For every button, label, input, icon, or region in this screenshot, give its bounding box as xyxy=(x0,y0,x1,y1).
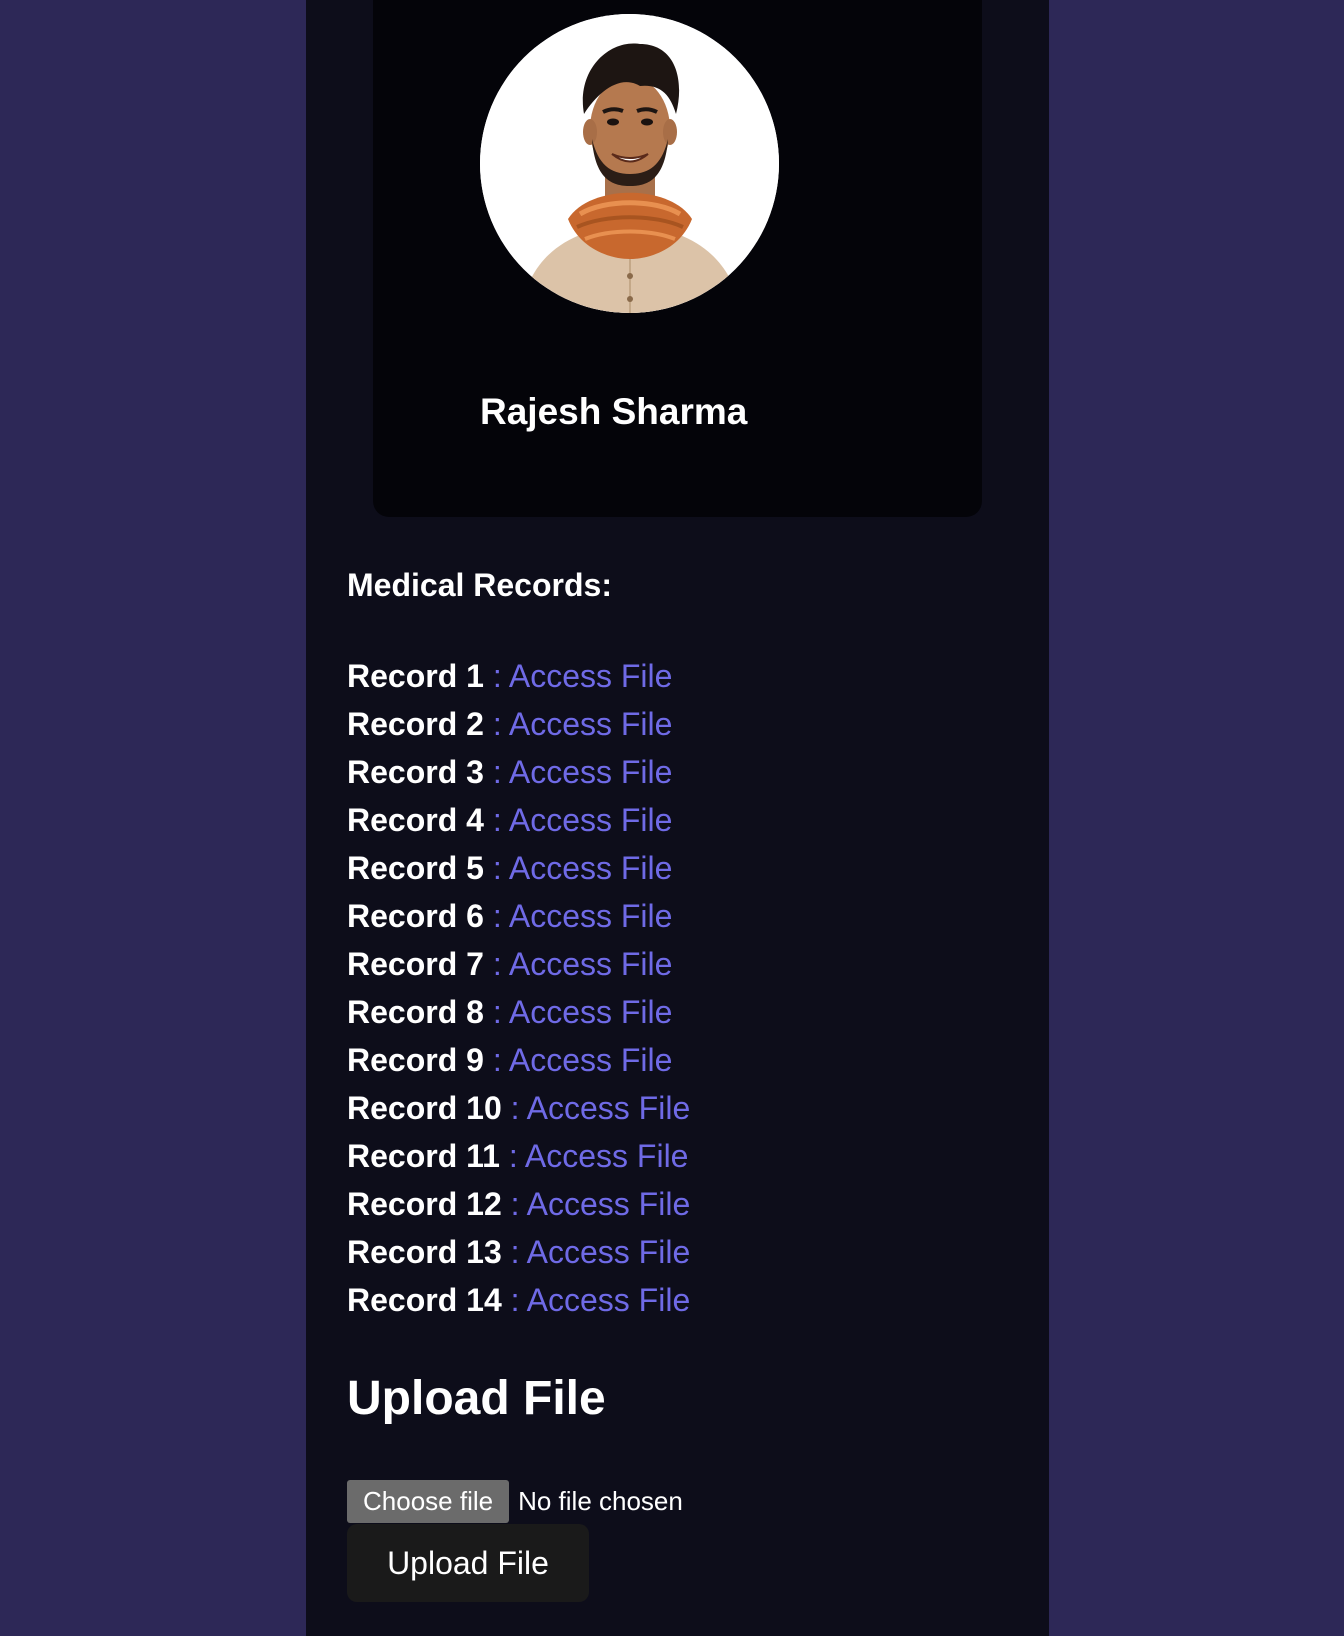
medical-records-heading: Medical Records: xyxy=(347,567,612,603)
access-file-link[interactable]: : Access File xyxy=(493,658,673,694)
avatar xyxy=(480,14,779,313)
access-file-link[interactable]: : Access File xyxy=(511,1234,691,1270)
record-label: Record 3 xyxy=(347,754,484,790)
record-item: Record 2 : Access File xyxy=(347,700,690,748)
record-label: Record 13 xyxy=(347,1234,502,1270)
file-status-text: No file chosen xyxy=(518,1486,683,1516)
access-file-link[interactable]: : Access File xyxy=(493,802,673,838)
record-label: Record 6 xyxy=(347,898,484,934)
record-item: Record 11 : Access File xyxy=(347,1132,690,1180)
profile-card: Rajesh Sharma xyxy=(373,0,982,517)
access-file-link[interactable]: : Access File xyxy=(493,898,673,934)
choose-file-button[interactable]: Choose file xyxy=(347,1480,510,1523)
record-label: Record 7 xyxy=(347,946,484,982)
record-item: Record 13 : Access File xyxy=(347,1228,690,1276)
record-label: Record 10 xyxy=(347,1090,502,1126)
access-file-link[interactable]: : Access File xyxy=(493,994,673,1030)
main-panel: Rajesh Sharma Medical Records: Record 1 … xyxy=(306,0,1049,1636)
access-file-link[interactable]: : Access File xyxy=(493,850,673,886)
record-label: Record 1 xyxy=(347,658,484,694)
access-file-link[interactable]: : Access File xyxy=(493,946,673,982)
record-item: Record 14 : Access File xyxy=(347,1276,690,1324)
record-item: Record 3 : Access File xyxy=(347,748,690,796)
access-file-link[interactable]: : Access File xyxy=(493,1042,673,1078)
access-file-link[interactable]: : Access File xyxy=(511,1282,691,1318)
record-item: Record 4 : Access File xyxy=(347,796,690,844)
record-item: Record 5 : Access File xyxy=(347,844,690,892)
record-label: Record 2 xyxy=(347,706,484,742)
access-file-link[interactable]: : Access File xyxy=(511,1090,691,1126)
record-item: Record 12 : Access File xyxy=(347,1180,690,1228)
record-label: Record 4 xyxy=(347,802,484,838)
record-item: Record 1 : Access File xyxy=(347,652,690,700)
profile-name: Rajesh Sharma xyxy=(480,391,748,432)
record-item: Record 10 : Access File xyxy=(347,1084,690,1132)
access-file-link[interactable]: : Access File xyxy=(509,1138,689,1174)
record-item: Record 7 : Access File xyxy=(347,940,690,988)
record-item: Record 9 : Access File xyxy=(347,1036,690,1084)
record-item: Record 6 : Access File xyxy=(347,892,690,940)
file-input: Choose file No file chosen xyxy=(347,1480,683,1523)
record-label: Record 9 xyxy=(347,1042,484,1078)
record-label: Record 11 xyxy=(347,1138,500,1174)
upload-file-heading: Upload File xyxy=(347,1372,606,1425)
access-file-link[interactable]: : Access File xyxy=(493,706,673,742)
avatar-photo-icon xyxy=(480,14,779,313)
records-list: Record 1 : Access File Record 2 : Access… xyxy=(347,652,690,1324)
record-label: Record 14 xyxy=(347,1282,502,1318)
record-item: Record 8 : Access File xyxy=(347,988,690,1036)
record-label: Record 12 xyxy=(347,1186,502,1222)
access-file-link[interactable]: : Access File xyxy=(493,754,673,790)
upload-file-button[interactable]: Upload File xyxy=(347,1524,589,1602)
access-file-link[interactable]: : Access File xyxy=(511,1186,691,1222)
record-label: Record 8 xyxy=(347,994,484,1030)
record-label: Record 5 xyxy=(347,850,484,886)
